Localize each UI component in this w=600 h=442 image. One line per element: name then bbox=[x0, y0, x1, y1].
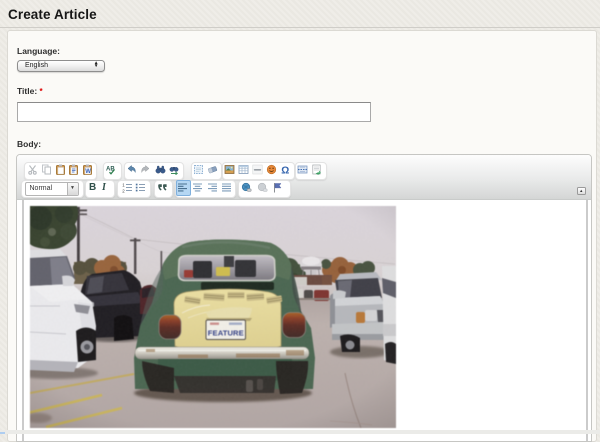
svg-text:Ω: Ω bbox=[281, 165, 289, 175]
svg-text:2: 2 bbox=[122, 188, 125, 192]
svg-text:W: W bbox=[85, 169, 91, 175]
svg-text:1: 1 bbox=[122, 182, 125, 187]
